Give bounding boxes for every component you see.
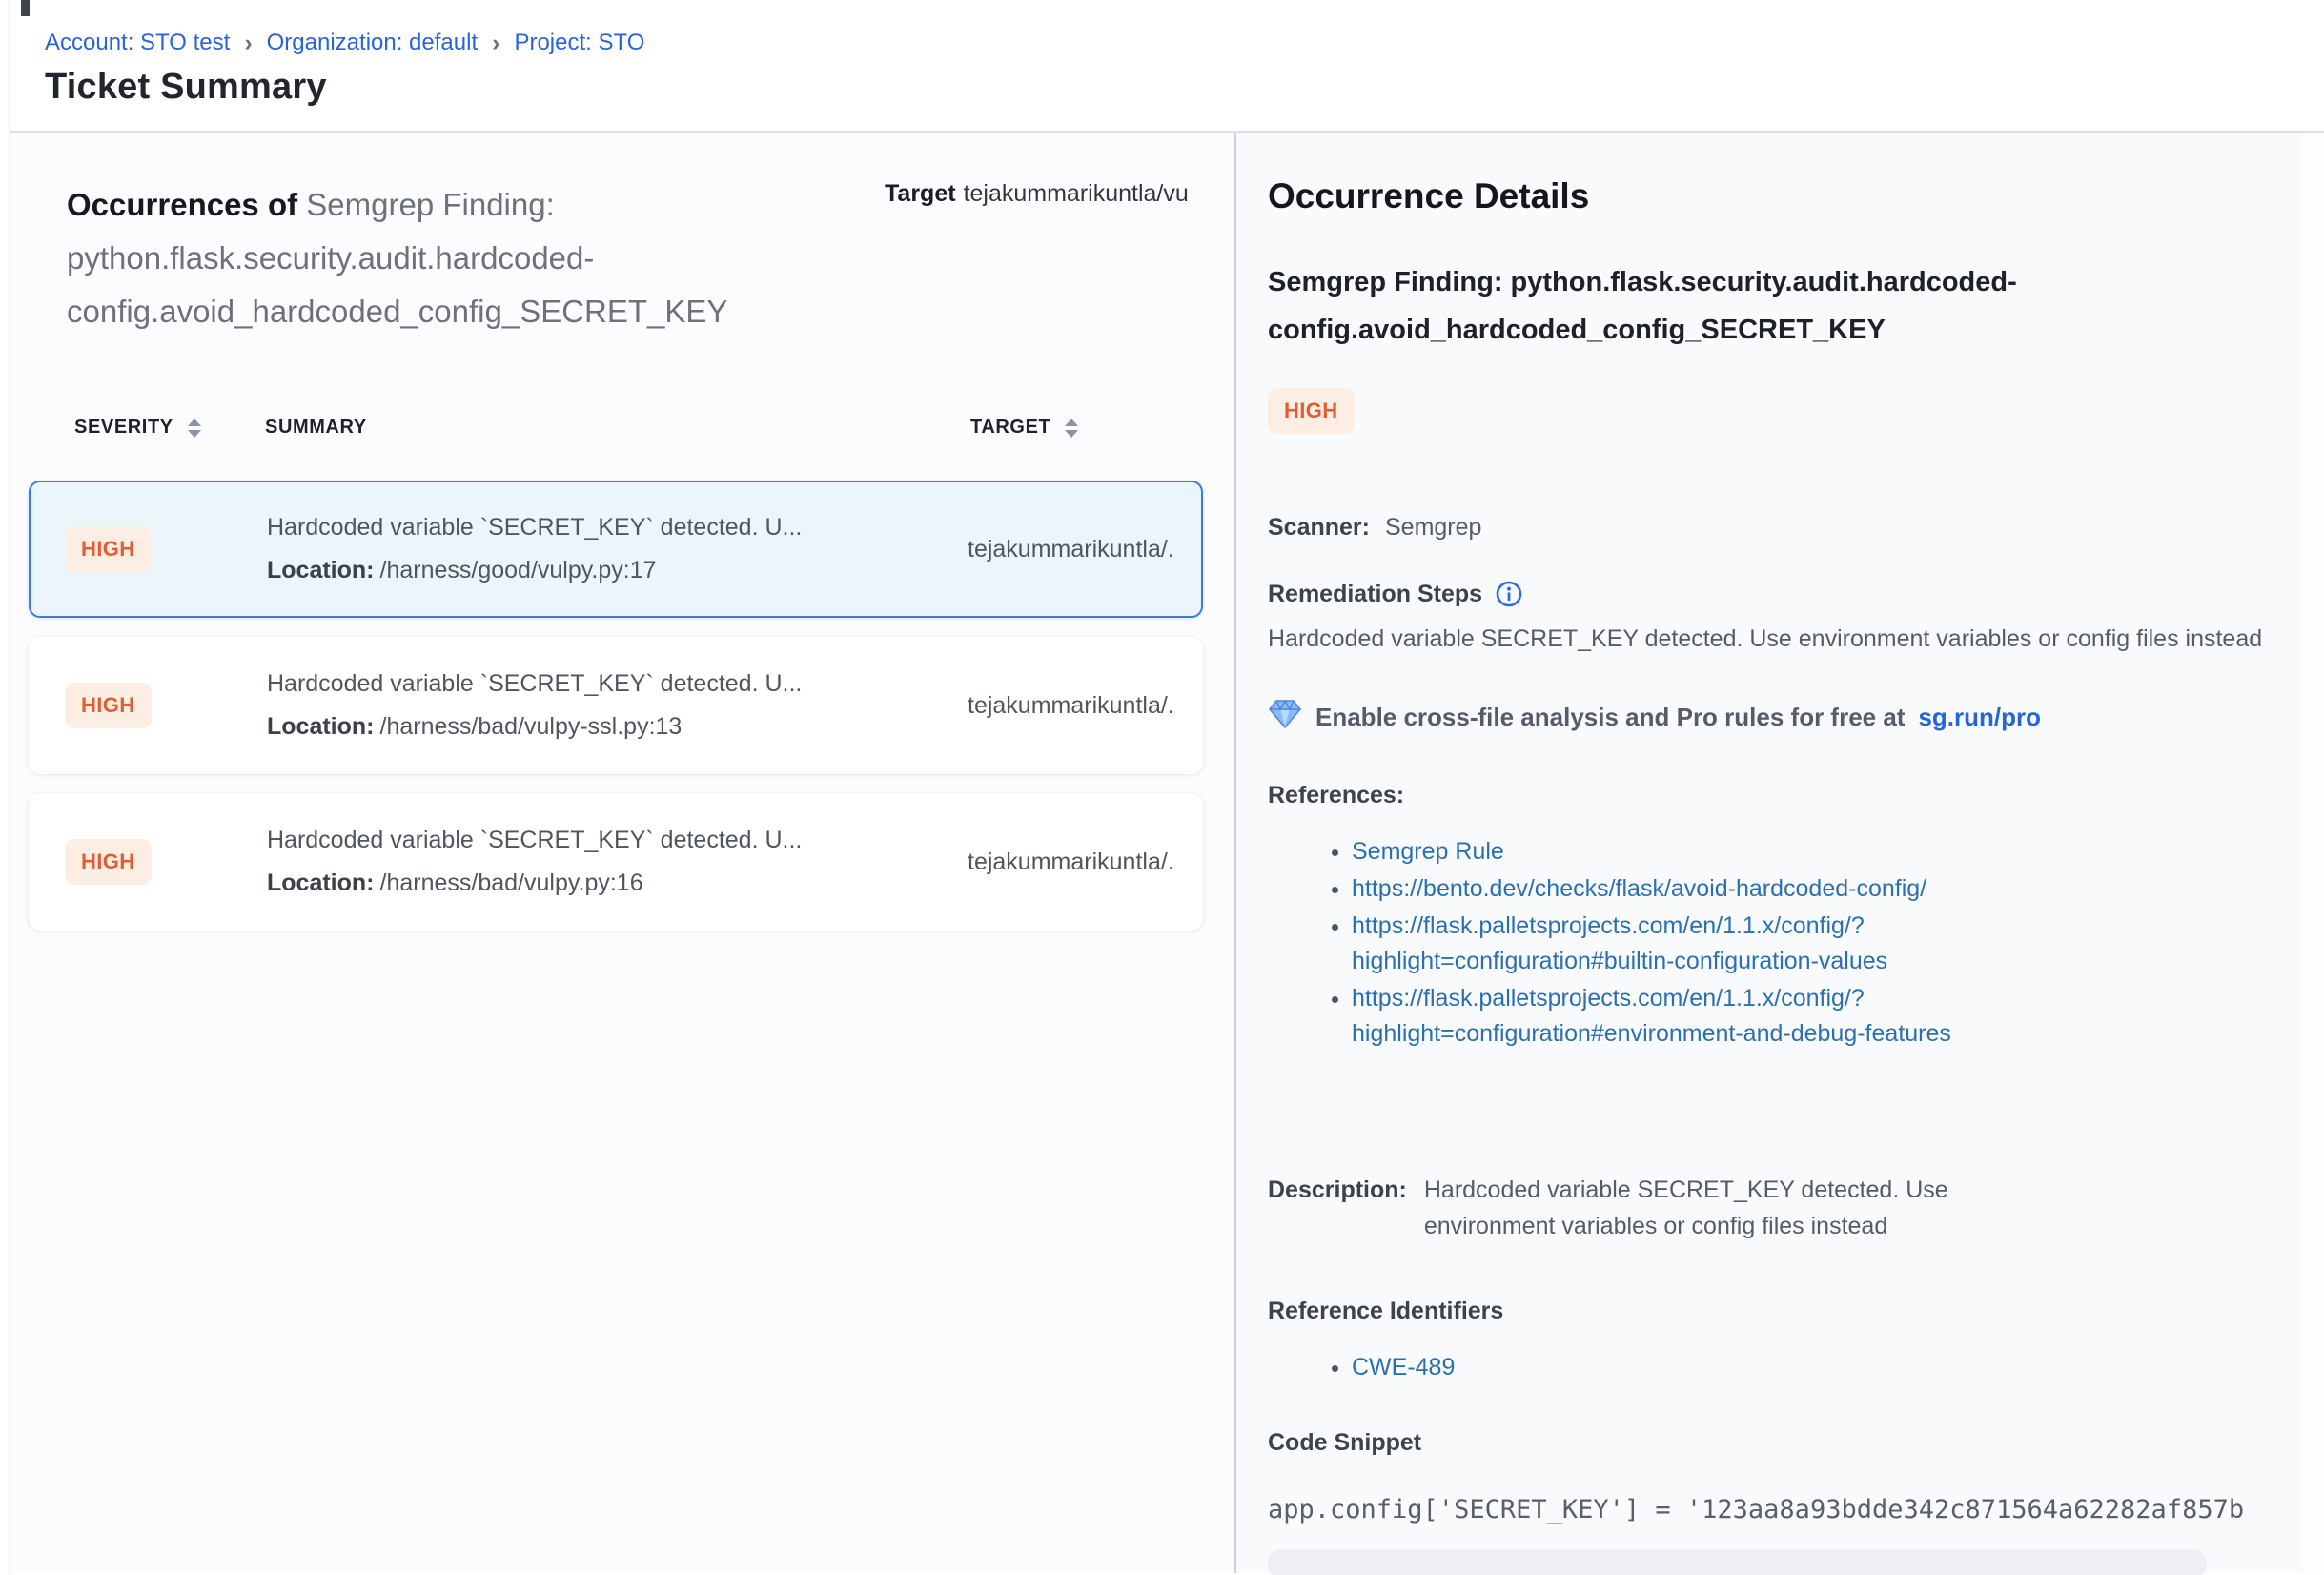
location-path: /harness/good/vulpy.py:17: [380, 557, 657, 583]
page-header: Account: STO test › Organization: defaul…: [0, 0, 2324, 133]
references-list: Semgrep Rule https://bento.dev/checks/fl…: [1268, 834, 2126, 1052]
location-line: Location:/harness/bad/vulpy.py:16: [267, 869, 968, 897]
reference-list-item: https://flask.palletsprojects.com/en/1.1…: [1352, 981, 2126, 1052]
reference-list-item: https://flask.palletsprojects.com/en/1.1…: [1352, 909, 2126, 979]
sort-icon[interactable]: [1065, 419, 1078, 438]
remediation-steps-header: Remediation Steps: [1268, 580, 2286, 608]
column-header-target[interactable]: TARGET: [970, 417, 1218, 439]
pro-rules-promo: Enable cross-file analysis and Pro rules…: [1268, 699, 2286, 736]
remediation-steps-label: Remediation Steps: [1268, 581, 1482, 608]
column-header-summary-label: SUMMARY: [265, 417, 367, 439]
summary-cell: Hardcoded variable `SECRET_KEY` detected…: [267, 827, 968, 897]
target-label: Target: [885, 180, 956, 207]
target-cell: tejakummarikuntla/.: [968, 692, 1201, 720]
reference-link[interactable]: CWE-489: [1352, 1354, 1455, 1381]
column-header-severity[interactable]: SEVERITY: [74, 417, 265, 439]
scrollbar-track[interactable]: [2301, 133, 2324, 1573]
severity-badge: HIGH: [65, 839, 152, 885]
reference-link[interactable]: https://bento.dev/checks/flask/avoid-har…: [1352, 875, 1926, 902]
column-header-severity-label: SEVERITY: [74, 417, 173, 439]
target-header: Target tejakummarikuntla/vu: [885, 180, 1233, 208]
reference-list-item: CWE-489: [1352, 1350, 2126, 1385]
reference-identifiers-label: Reference Identifiers: [1268, 1298, 2286, 1325]
reference-link[interactable]: https://flask.palletsprojects.com/en/1.1…: [1352, 912, 1887, 974]
breadcrumb-organization-link[interactable]: Organization: default: [267, 29, 478, 57]
occurrence-row[interactable]: HIGH Hardcoded variable `SECRET_KEY` det…: [29, 793, 1203, 931]
severity-badge: HIGH: [65, 526, 152, 572]
severity-cell: HIGH: [65, 683, 267, 728]
finding-title: Semgrep Finding: python.flask.security.a…: [1268, 258, 2293, 354]
location-line: Location:/harness/bad/vulpy-ssl.py:13: [267, 713, 968, 741]
sort-icon[interactable]: [188, 419, 201, 438]
description-text: Hardcoded variable SECRET_KEY detected. …: [1424, 1172, 2068, 1244]
severity-cell: HIGH: [65, 526, 267, 572]
promo-text: Enable cross-file analysis and Pro rules…: [1315, 703, 1905, 732]
scanner-value: Semgrep: [1385, 514, 1481, 542]
column-header-summary: SUMMARY: [265, 417, 970, 439]
location-path: /harness/bad/vulpy-ssl.py:13: [380, 713, 683, 740]
occurrence-details-panel: Occurrence Details Semgrep Finding: pyth…: [1236, 133, 2324, 1573]
main-content: Occurrences of Semgrep Finding: python.f…: [0, 133, 2324, 1573]
target-cell: tejakummarikuntla/.: [968, 536, 1201, 563]
reference-identifiers-list: CWE-489: [1268, 1350, 2126, 1385]
ticket-summary-page: Account: STO test › Organization: defaul…: [0, 0, 2324, 1575]
description-label: Description:: [1268, 1172, 1407, 1208]
summary-text: Hardcoded variable `SECRET_KEY` detected…: [267, 514, 968, 542]
references-label: References:: [1268, 782, 2286, 809]
severity-cell: HIGH: [65, 839, 267, 885]
location-label: Location:: [267, 713, 375, 740]
remediation-text: Hardcoded variable SECRET_KEY detected. …: [1268, 622, 2293, 657]
location-label: Location:: [267, 869, 375, 896]
breadcrumb-account-link[interactable]: Account: STO test: [45, 29, 230, 57]
code-snippet-label: Code Snippet: [1268, 1429, 2286, 1457]
chevron-right-icon: ›: [492, 29, 499, 57]
corner-notch: [21, 0, 30, 16]
gem-icon: [1268, 699, 1302, 736]
reference-link[interactable]: Semgrep Rule: [1352, 838, 1504, 865]
occurrence-row[interactable]: HIGH Hardcoded variable `SECRET_KEY` det…: [29, 637, 1203, 774]
summary-cell: Hardcoded variable `SECRET_KEY` detected…: [267, 670, 968, 741]
promo-link[interactable]: sg.run/pro: [1918, 703, 2041, 732]
occurrences-title: Occurrences of Semgrep Finding: python.f…: [67, 178, 929, 338]
occurrences-table-header: SEVERITY SUMMARY TARGET: [74, 417, 1218, 439]
code-snippet: app.config['SECRET_KEY'] = '123aa8a93bdd…: [1268, 1495, 2286, 1524]
scanner-row: Scanner: Semgrep: [1268, 514, 2286, 542]
left-edge-strip: [0, 0, 10, 1575]
occurrences-table-body: HIGH Hardcoded variable `SECRET_KEY` det…: [29, 481, 1203, 931]
location-label: Location:: [267, 557, 375, 583]
target-cell: tejakummarikuntla/.: [968, 849, 1201, 876]
reference-list-item: Semgrep Rule: [1352, 834, 2126, 869]
column-header-target-label: TARGET: [970, 417, 1050, 439]
occurrence-row[interactable]: HIGH Hardcoded variable `SECRET_KEY` det…: [29, 481, 1203, 618]
location-line: Location:/harness/good/vulpy.py:17: [267, 557, 968, 584]
reference-list-item: https://bento.dev/checks/flask/avoid-har…: [1352, 871, 2126, 907]
details-title: Occurrence Details: [1268, 176, 2286, 216]
code-block-partial: [1268, 1549, 2207, 1575]
chevron-right-icon: ›: [244, 29, 252, 57]
summary-cell: Hardcoded variable `SECRET_KEY` detected…: [267, 514, 968, 584]
summary-text: Hardcoded variable `SECRET_KEY` detected…: [267, 670, 968, 698]
severity-badge: HIGH: [65, 683, 152, 728]
occurrences-panel: Occurrences of Semgrep Finding: python.f…: [0, 133, 1236, 1573]
info-icon[interactable]: [1495, 580, 1523, 608]
summary-text: Hardcoded variable `SECRET_KEY` detected…: [267, 827, 968, 854]
target-value: tejakummarikuntla/vu: [964, 180, 1189, 207]
location-path: /harness/bad/vulpy.py:16: [380, 869, 643, 896]
scanner-label: Scanner:: [1268, 514, 1370, 542]
breadcrumb-project-link[interactable]: Project: STO: [514, 29, 644, 57]
occurrences-title-label: Occurrences of: [67, 187, 297, 222]
page-title: Ticket Summary: [45, 67, 2324, 108]
reference-link[interactable]: https://flask.palletsprojects.com/en/1.1…: [1352, 985, 1951, 1047]
breadcrumb: Account: STO test › Organization: defaul…: [45, 29, 2324, 57]
description-row: Description: Hardcoded variable SECRET_K…: [1268, 1172, 2286, 1244]
severity-badge: HIGH: [1268, 388, 1355, 434]
